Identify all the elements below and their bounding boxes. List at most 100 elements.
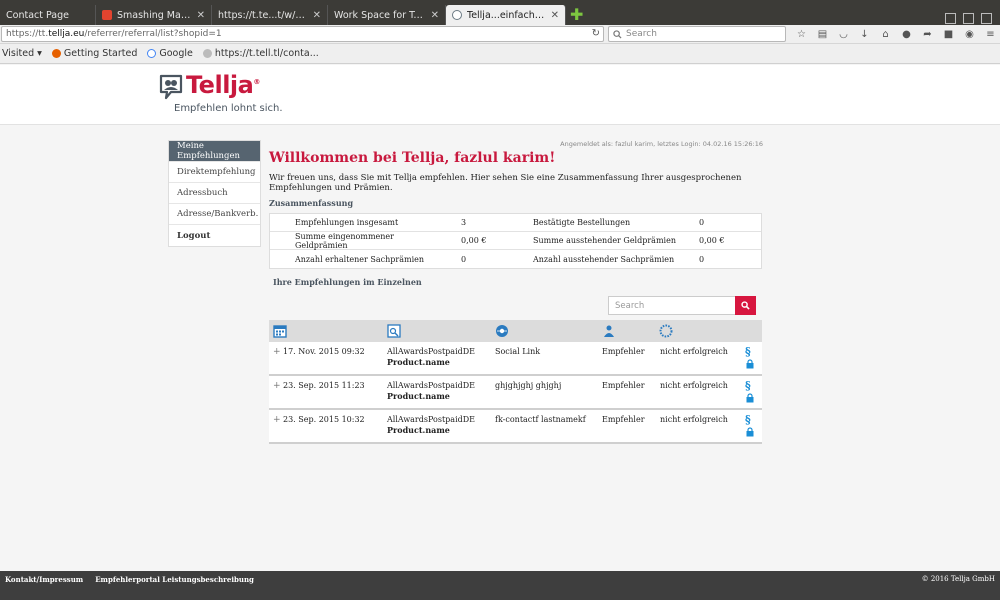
smashing-favicon-icon	[102, 10, 112, 20]
lock-icon[interactable]	[746, 393, 754, 403]
tab-label: Smashing Magazine ...	[117, 9, 192, 21]
home-icon[interactable]: ⌂	[878, 27, 893, 41]
reload-icon[interactable]: ↻	[592, 28, 600, 39]
product-icon[interactable]	[387, 324, 401, 338]
table-row[interactable]: + 17. Nov. 2015 09:32 AllAwardsPostpaidD…	[269, 342, 762, 376]
browser-search-bar[interactable]: Search	[608, 26, 786, 42]
footer-link-leistungsbeschreibung[interactable]: Empfehlerportal Leistungsbeschreibung	[95, 575, 254, 584]
bookmarks-toolbar: Visited ▾ Getting Started Google https:/…	[0, 44, 1000, 64]
table-row[interactable]: + 23. Sep. 2015 10:32 AllAwardsPostpaidD…	[269, 410, 762, 444]
summary-row: Summe eingenommener Geldprämien 0,00 € S…	[270, 232, 761, 250]
reader-list-icon[interactable]: ▤	[815, 27, 830, 41]
summary-label: Anzahl erhaltener Sachprämien	[295, 254, 425, 264]
share-icon[interactable]: ➦	[920, 27, 935, 41]
tab-label: Work Space for Tellja	[334, 9, 426, 21]
close-tab-icon[interactable]: ✕	[313, 10, 321, 21]
chat-icon[interactable]: ●	[899, 27, 914, 41]
record-role: Empfehler	[602, 381, 645, 390]
new-tab-icon[interactable]: ✚	[570, 5, 583, 25]
sidebar-item-direktempfehlung[interactable]: Direktempfehlung	[169, 162, 260, 183]
tab-label: Contact Page	[6, 9, 69, 21]
bookmark-visited[interactable]: Visited ▾	[2, 48, 42, 59]
summary-label: Summe eingenommener Geldprämien	[295, 231, 394, 250]
table-row[interactable]: + 23. Sep. 2015 11:23 AllAwardsPostpaidD…	[269, 376, 762, 410]
summary-heading: Zusammenfassung	[269, 198, 354, 208]
search-icon	[741, 301, 750, 310]
bookmark-tellja-contact[interactable]: https://t.tell.tl/conta...	[202, 48, 319, 59]
calendar-icon[interactable]	[273, 324, 287, 338]
menu-icon[interactable]: ≡	[983, 27, 998, 41]
record-role: Empfehler	[602, 415, 645, 424]
expand-row-icon[interactable]: +	[273, 381, 281, 391]
legal-paragraph-icon[interactable]: §	[745, 414, 751, 425]
lock-icon[interactable]	[746, 359, 754, 369]
footer-link-kontakt[interactable]: Kontakt/Impressum	[5, 575, 83, 584]
star-icon[interactable]: ☆	[794, 27, 809, 41]
firefox-icon	[51, 49, 61, 58]
record-channel: fk-contactf lastnamekf	[495, 415, 586, 424]
download-icon[interactable]: ↓	[857, 27, 872, 41]
close-tab-icon[interactable]: ✕	[551, 10, 559, 21]
globe-icon	[202, 49, 212, 58]
expand-row-icon[interactable]: +	[273, 347, 281, 357]
sidebar-item-adressbuch[interactable]: Adressbuch	[169, 183, 260, 204]
sidebar-item-meine-empfehlungen[interactable]: Meine Empfehlungen	[169, 141, 260, 162]
pocket-icon[interactable]: ◡	[836, 27, 851, 41]
site-header: Tellja® Empfehlen lohnt sich.	[0, 65, 1000, 125]
maximize-icon[interactable]	[963, 13, 974, 24]
google-icon	[147, 49, 157, 58]
chrome-extension-icon[interactable]: ◉	[962, 27, 977, 41]
sidebar-nav: Meine Empfehlungen Direktempfehlung Adre…	[168, 140, 261, 247]
tab-contact-page[interactable]: Contact Page	[0, 5, 96, 25]
browser-search-placeholder: Search	[626, 29, 657, 39]
page-title: Willkommen bei Tellja, fazlul karim!	[269, 150, 556, 166]
tab-tellja-active[interactable]: Tellja...einfach weit... ✕	[446, 5, 566, 25]
table-header	[269, 320, 762, 342]
close-tab-icon[interactable]: ✕	[431, 10, 439, 21]
minimize-icon[interactable]	[945, 13, 956, 24]
tellja-logo[interactable]: Tellja® Empfehlen lohnt sich.	[158, 71, 283, 121]
record-role: Empfehler	[602, 347, 645, 356]
status-icon[interactable]	[659, 324, 673, 338]
extension-icon[interactable]: ■	[941, 27, 956, 41]
summary-value: 0	[699, 254, 705, 264]
legal-paragraph-icon[interactable]: §	[745, 346, 751, 357]
url-domain: tellja.eu	[48, 29, 85, 39]
summary-value: 0	[699, 218, 705, 227]
intro-text: Wir freuen uns, dass Sie mit Tellja empf…	[269, 173, 742, 193]
lock-icon[interactable]	[746, 427, 754, 437]
channel-icon[interactable]	[495, 324, 509, 338]
summary-label: Anzahl ausstehender Sachprämien	[533, 254, 675, 264]
logo-slogan: Empfehlen lohnt sich.	[174, 103, 283, 114]
close-window-icon[interactable]	[981, 13, 992, 24]
summary-value: 3	[461, 218, 467, 227]
sidebar-item-adresse-bankverb[interactable]: Adresse/Bankverb.	[169, 204, 260, 225]
legal-paragraph-icon[interactable]: §	[745, 380, 751, 391]
bookmark-label: Visited ▾	[2, 48, 42, 59]
record-channel: ghjghjghj ghjghj	[495, 381, 562, 390]
bookmark-google[interactable]: Google	[147, 48, 193, 59]
bookmark-getting-started[interactable]: Getting Started	[51, 48, 138, 59]
summary-row: Anzahl erhaltener Sachprämien 0 Anzahl a…	[270, 250, 761, 268]
record-date: 23. Sep. 2015 10:32	[283, 415, 365, 424]
tellja-logo-mark-icon	[159, 74, 183, 100]
record-status: nicht erfolgreich	[660, 381, 728, 390]
tab-tellja-short-link[interactable]: https://t.te...t/w/2v-FBfQ ✕	[212, 5, 328, 25]
tab-smashing-magazine[interactable]: Smashing Magazine ... ✕	[96, 5, 212, 25]
record-status: nicht erfolgreich	[660, 415, 728, 424]
expand-row-icon[interactable]: +	[273, 415, 281, 425]
url-bar[interactable]: https://tt. tellja.eu/referrer/referral/l…	[1, 26, 604, 42]
search-icon	[613, 29, 622, 39]
search-input[interactable]	[608, 296, 735, 315]
summary-value: 0,00 €	[461, 236, 487, 245]
tab-work-space[interactable]: Work Space for Tellja ✕	[328, 5, 446, 25]
search-button[interactable]	[735, 296, 756, 315]
record-date: 23. Sep. 2015 11:23	[283, 381, 365, 390]
bookmark-label: Google	[159, 48, 193, 59]
footer-links: Kontakt/Impressum Empfehlerportal Leistu…	[5, 575, 254, 584]
close-tab-icon[interactable]: ✕	[197, 10, 205, 21]
bookmark-label: Getting Started	[63, 48, 138, 59]
role-icon[interactable]	[602, 324, 616, 338]
window-controls	[945, 13, 992, 24]
sidebar-item-logout[interactable]: Logout	[169, 225, 260, 246]
